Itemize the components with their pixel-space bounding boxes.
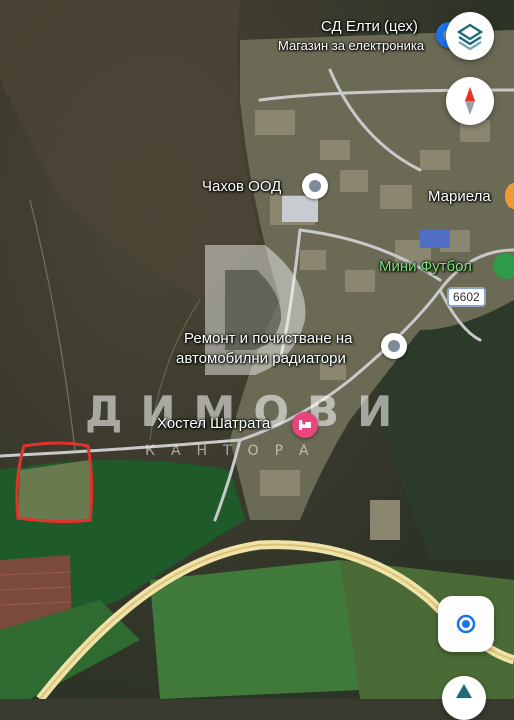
my-location-icon xyxy=(456,614,476,634)
road-shield: 6602 xyxy=(447,287,486,307)
my-location-button[interactable] xyxy=(438,596,494,652)
bottom-control-partial[interactable] xyxy=(442,676,486,720)
watermark-subtext: КАНТОРА xyxy=(145,443,325,459)
label-mini-football[interactable]: Мини Футбол xyxy=(379,258,472,275)
label-hostel[interactable]: Хостел Шатрата xyxy=(157,415,270,432)
compass-icon xyxy=(465,87,475,115)
label-remont-line2[interactable]: автомобилни радиатори xyxy=(176,350,346,367)
label-chahov[interactable]: Чахов ООД xyxy=(202,178,281,195)
label-mariela[interactable]: Мариела xyxy=(428,188,491,205)
sports-pin-icon[interactable] xyxy=(493,253,514,279)
place-pin-icon[interactable] xyxy=(381,333,407,359)
navigation-icon xyxy=(456,684,472,698)
label-elti-subtitle: Магазин за електроника xyxy=(278,38,425,53)
place-pin-icon[interactable] xyxy=(302,173,328,199)
layers-button[interactable] xyxy=(446,12,494,60)
label-remont-line1[interactable]: Ремонт и почистване на xyxy=(184,330,352,347)
compass-button[interactable] xyxy=(446,77,494,125)
hotel-icon[interactable] xyxy=(292,412,318,438)
label-elti[interactable]: СД Елти (цех) xyxy=(321,18,418,35)
layers-icon xyxy=(456,23,484,51)
